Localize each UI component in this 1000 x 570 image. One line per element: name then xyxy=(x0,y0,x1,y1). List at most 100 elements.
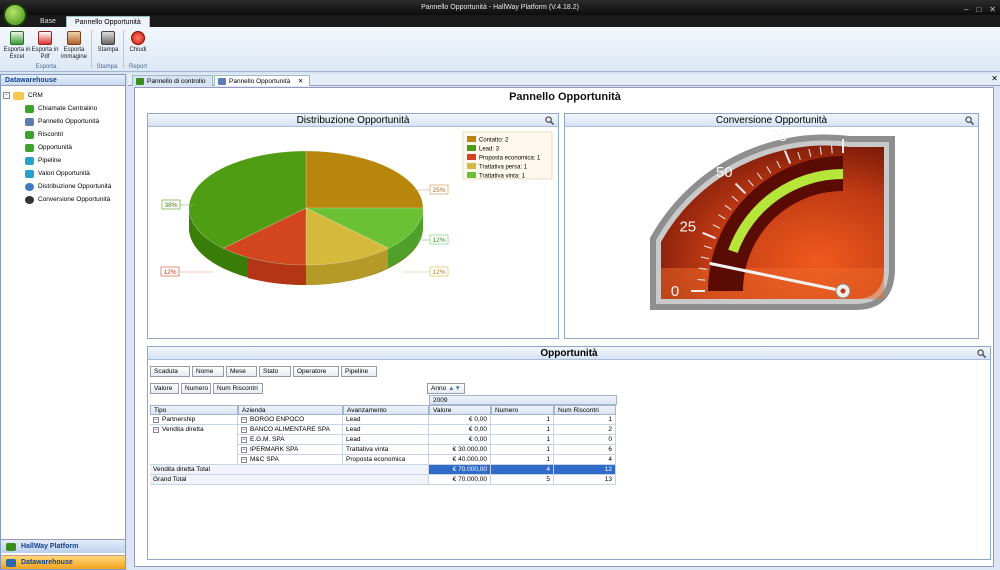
numero-cell: 1 xyxy=(491,415,554,425)
data-header: Numero xyxy=(491,405,554,415)
collapse-icon[interactable]: − xyxy=(241,437,247,443)
export-excel-button[interactable]: Esporta in Excel xyxy=(3,31,31,61)
gauge-tick-label: 50 xyxy=(716,164,733,181)
collapse-icon[interactable]: − xyxy=(241,417,247,423)
azienda-cell[interactable]: E.G.M. SPA xyxy=(238,435,343,445)
valore-cell: € 40.000,00 xyxy=(429,455,491,465)
gauge-tick-label: 75 xyxy=(770,128,787,145)
row-field-azienda[interactable]: Azienda xyxy=(238,405,343,415)
filter-field-pipeline[interactable]: Pipeline xyxy=(341,366,377,377)
excel-icon xyxy=(10,31,24,45)
filter-field-stato[interactable]: Stato xyxy=(259,366,291,377)
pipeline-icon xyxy=(25,169,34,178)
group-label-print: Stampa xyxy=(96,64,118,70)
page-title: Pannello Opportunità xyxy=(509,91,621,103)
ribbon-tab-pannello[interactable]: Pannello Opportunità xyxy=(66,16,150,27)
tab-pannello-di-controllo[interactable]: Pannello di controllo xyxy=(132,75,213,86)
gauge-panel-title: Conversione Opportunità xyxy=(565,114,978,127)
folder-icon xyxy=(13,91,24,100)
legend-swatch xyxy=(467,172,476,178)
azienda-cell[interactable]: BANCO ALIMENTARE SPA xyxy=(238,425,343,435)
pipeline-icon xyxy=(25,156,34,165)
riscontri-cell: 2 xyxy=(554,425,616,435)
pie-chart: 25% 12% 12% 12% 38% Contatto: 2Lead: 3Pr… xyxy=(160,131,553,286)
tipo-cell[interactable]: Vendita diretta xyxy=(150,425,238,465)
close-report-button[interactable]: Chiudi xyxy=(124,31,152,54)
tree-root-crm[interactable]: - CRM xyxy=(3,89,123,102)
green-chat-icon xyxy=(25,104,34,113)
tree-item-chiamate-centralino[interactable]: Chiamate Centralino xyxy=(3,102,123,115)
tree-item-pannello-opportunit-[interactable]: Pannello Opportunità xyxy=(3,115,123,128)
year-header: 2009 xyxy=(429,395,617,405)
gauge-chart: 0 25 50 75 100 xyxy=(650,128,895,310)
left-panel-header: Datawarehouse xyxy=(1,75,125,86)
valore-cell: € 0,00 xyxy=(429,425,491,435)
collapse-icon[interactable]: − xyxy=(241,447,247,453)
collapse-icon[interactable]: − xyxy=(241,427,247,433)
grand-total-numero: 5 xyxy=(491,475,554,485)
left-panel: Datawarehouse - CRM Chiamate Centralino P… xyxy=(0,74,126,570)
zoom-icon[interactable] xyxy=(977,349,986,358)
pivot-panel-title: Opportunità xyxy=(148,347,990,360)
tipo-cell[interactable]: Partnership xyxy=(150,415,238,425)
grand-total-valore: € 70.000,00 xyxy=(429,475,491,485)
tree-item-distribuzione-opportunit-[interactable]: Distribuzione Opportunità xyxy=(3,180,123,193)
close-all-icon[interactable]: ✕ xyxy=(991,74,998,83)
azienda-cell[interactable]: M&C SPA xyxy=(238,455,343,465)
collapse-icon[interactable]: - xyxy=(3,92,10,99)
filter-field-operatore[interactable]: Operatore xyxy=(293,366,339,377)
azienda-cell[interactable]: BORGO ENPOCO xyxy=(238,415,343,425)
zoom-icon[interactable] xyxy=(965,116,974,125)
riscontri-cell: 1 xyxy=(554,415,616,425)
close-tab-icon[interactable]: ✕ xyxy=(298,78,303,85)
tab-pannello-opportunita[interactable]: Pannello Opportunità ✕ xyxy=(214,75,311,86)
pie-icon xyxy=(25,182,34,191)
valore-cell: € 0,00 xyxy=(429,435,491,445)
avanzamento-cell: Proposta economica xyxy=(343,455,429,465)
filter-field-nome[interactable]: Nome xyxy=(192,366,224,377)
image-icon xyxy=(67,31,81,45)
subtotal-valore[interactable]: € 70.000,00 xyxy=(429,465,491,475)
tree-item-opportunit-[interactable]: Opportunità xyxy=(3,141,123,154)
subtotal-riscontri[interactable]: 12 xyxy=(554,465,616,475)
avanzamento-cell: Lead xyxy=(343,415,429,425)
pie-panel: Distribuzione Opportunità 25% 12% 12% 12… xyxy=(147,113,559,339)
legend-item: Contatto: 2 xyxy=(479,138,509,144)
export-pdf-button[interactable]: Esporta in Pdf xyxy=(31,31,59,61)
app-logo-icon[interactable] xyxy=(3,3,27,27)
datawarehouse-icon xyxy=(6,559,16,567)
nav-datawarehouse[interactable]: Datawarehouse xyxy=(1,555,125,569)
close-icon xyxy=(131,31,145,45)
grand-total-label: Grand Total xyxy=(150,475,429,485)
filter-field-scaduta[interactable]: Scaduta xyxy=(150,366,190,377)
legend-swatch xyxy=(467,163,476,169)
gauge-panel: Conversione Opportunità 0 25 50 75 100 xyxy=(564,113,979,339)
collapse-icon[interactable]: − xyxy=(153,427,159,433)
nav-hallway-platform[interactable]: HallWay Platform xyxy=(1,539,125,553)
collapse-icon[interactable]: − xyxy=(241,457,247,463)
subtotal-numero[interactable]: 4 xyxy=(491,465,554,475)
pivot-panel: Opportunità Scaduta Nome Mese Stato Operator… xyxy=(147,346,991,560)
data-header: Valore xyxy=(429,405,491,415)
legend-item: Trattativa persa: 1 xyxy=(479,165,528,171)
avanzamento-cell: Lead xyxy=(343,435,429,445)
tree-item-pipeline[interactable]: Pipeline xyxy=(3,154,123,167)
pie-panel-title: Distribuzione Opportunità xyxy=(148,114,558,127)
gauge-tick xyxy=(697,279,706,281)
print-button[interactable]: Stampa xyxy=(94,31,122,54)
riscontri-cell: 0 xyxy=(554,435,616,445)
ribbon-tab-base[interactable]: Base xyxy=(32,16,64,27)
row-field-avanzamento[interactable]: Avanzamento xyxy=(343,405,429,415)
document-tabs: Pannello di controllo Pannello Opportuni… xyxy=(128,74,1000,86)
tree-item-riscontri[interactable]: Riscontri xyxy=(3,128,123,141)
zoom-icon[interactable] xyxy=(545,116,554,125)
tree-view: - CRM Chiamate Centralino Pannello Opport… xyxy=(1,86,125,209)
azienda-cell[interactable]: IPERMARK SPA xyxy=(238,445,343,455)
collapse-icon[interactable]: − xyxy=(153,417,159,423)
tree-item-conversione-opportunit-[interactable]: Conversione Opportunità xyxy=(3,193,123,206)
row-field-tipo[interactable]: Tipo xyxy=(150,405,238,415)
filter-field-mese[interactable]: Mese xyxy=(226,366,257,377)
export-image-button[interactable]: Esporta immagine xyxy=(60,31,88,61)
pie-slice-contatto[interactable] xyxy=(305,150,424,209)
tree-item-valori-opportunit-[interactable]: Valori Opportunità xyxy=(3,167,123,180)
